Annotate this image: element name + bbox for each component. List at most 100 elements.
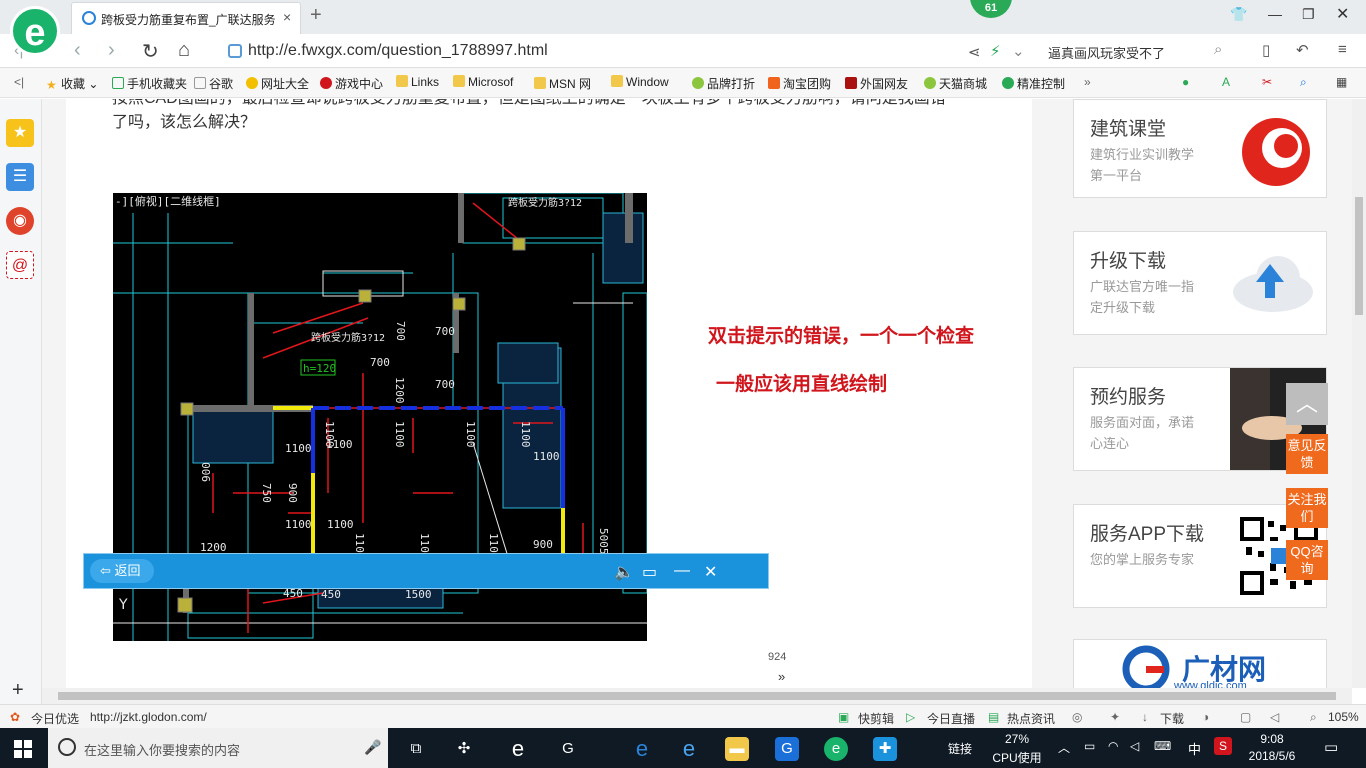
bookmarks-collapse-icon[interactable]: <| — [14, 75, 24, 89]
glodon-g-icon[interactable]: G — [775, 737, 799, 761]
weibo-icon[interactable]: ◉ — [6, 207, 34, 235]
yen-icon[interactable]: ● — [1182, 75, 1189, 89]
menu-icon[interactable]: ≡ — [1338, 41, 1347, 58]
fan-app-icon[interactable]: ✣ — [452, 737, 476, 761]
vertical-scrollbar[interactable] — [1352, 99, 1366, 688]
bookmark-item[interactable]: Microsof — [453, 75, 513, 89]
keyboard-icon[interactable]: ⌨ — [1154, 739, 1171, 753]
tray-up-icon[interactable]: ︿ — [1058, 739, 1070, 756]
bookmark-item[interactable]: Window — [611, 75, 669, 89]
close-window-icon[interactable]: ✕ — [1336, 4, 1349, 24]
teamviewer-icon[interactable]: ✚ — [873, 737, 897, 761]
tab-close-icon[interactable]: × — [283, 9, 291, 25]
card-guangcai[interactable]: 广材网 www.gldjc.com — [1073, 639, 1327, 688]
bookmark-item[interactable]: 精准控制 — [1002, 75, 1065, 92]
ie-icon[interactable]: e — [506, 737, 530, 761]
url-field[interactable]: http://e.fwxgx.com/question_1788997.html… — [222, 39, 1232, 63]
player-minimize-icon[interactable]: — — [674, 562, 690, 580]
player-back-button[interactable]: ⇦ 返回 — [90, 559, 154, 583]
browser-logo[interactable]: e — [10, 6, 60, 56]
follow-us-button[interactable]: 关注我们 — [1286, 488, 1328, 528]
battery-icon[interactable]: ▭ — [1084, 739, 1095, 753]
back-icon[interactable]: ‹ — [74, 39, 81, 62]
windows-start-icon[interactable] — [14, 740, 32, 758]
taskbar-search-box[interactable]: 在这里输入你要搜索的内容 🎤 — [48, 728, 388, 768]
bookmark-item[interactable]: 谷歌 — [194, 75, 233, 92]
bookmark-item[interactable]: Links — [396, 75, 439, 89]
forward-icon[interactable]: › — [108, 39, 115, 62]
news-button[interactable]: 热点资讯 — [1007, 710, 1055, 727]
share-icon[interactable]: ⋖ — [968, 43, 981, 61]
bookmark-item[interactable]: 游戏中心 — [320, 75, 383, 92]
new-tab-button[interactable]: + — [310, 4, 322, 27]
restore-icon[interactable]: ❐ — [1302, 6, 1315, 23]
search-icon[interactable]: ⌕ — [1214, 41, 1222, 58]
microphone-icon[interactable]: 🎤 — [364, 739, 381, 756]
undo-icon[interactable]: ↶ — [1296, 41, 1309, 59]
links-toolbar-label[interactable]: 链接 — [948, 740, 972, 757]
card-building-class[interactable]: 建筑课堂 建筑行业实训教学第一平台 — [1073, 99, 1327, 198]
player-more-icon[interactable]: » — [778, 669, 785, 684]
horizontal-scrollbar[interactable] — [42, 688, 1352, 704]
task-view-icon[interactable]: ⧉ — [404, 737, 428, 761]
reload-icon[interactable]: ↻ — [142, 39, 159, 64]
scrollbar-thumb[interactable] — [58, 692, 1336, 700]
volume-icon[interactable]: ◁ — [1130, 739, 1139, 753]
reading-list-icon[interactable]: ☰ — [6, 163, 34, 191]
url-text[interactable]: http://e.fwxgx.com/question_1788997.html — [248, 42, 548, 60]
search-icon[interactable]: ⌕ — [1300, 75, 1307, 90]
volume-icon[interactable]: 🔈 — [614, 562, 634, 582]
translate-icon[interactable]: A — [1222, 75, 1230, 89]
feedback-button[interactable]: 意见反馈 — [1286, 434, 1328, 474]
window-icon[interactable]: ▢ — [1240, 710, 1251, 724]
mail-icon[interactable]: @ — [6, 251, 34, 279]
edge-icon[interactable]: e — [630, 737, 654, 761]
favorites-icon[interactable]: ★ — [6, 119, 34, 147]
bookmark-item[interactable]: ★ 收藏 ⌄ — [46, 75, 98, 92]
status-left-label[interactable]: 今日优选 — [31, 710, 79, 727]
bookmark-item[interactable]: 外国网友 — [845, 75, 908, 92]
search-suggestion[interactable]: 逼真画风玩家受不了 — [1048, 43, 1165, 62]
live-button[interactable]: 今日直播 — [927, 710, 975, 727]
kuaijianji-button[interactable]: 快剪辑 — [858, 710, 894, 727]
bookmark-item[interactable]: 网址大全 — [246, 75, 309, 92]
grid-icon[interactable]: ▦ — [1336, 75, 1347, 89]
bookmark-item[interactable]: 淘宝团购 — [768, 75, 831, 92]
bookmarks-more-icon[interactable]: » — [1084, 75, 1091, 89]
glodon-app-icon[interactable]: G — [556, 737, 580, 761]
bookmark-item[interactable]: 手机收藏夹 — [112, 75, 187, 92]
chevron-down-icon[interactable]: ⌄ — [1012, 42, 1025, 60]
notification-icon[interactable]: ▭ — [1324, 738, 1338, 756]
file-explorer-icon[interactable]: ▬ — [725, 737, 749, 761]
add-sidebar-icon[interactable]: + — [12, 679, 24, 702]
scrollbar-thumb[interactable] — [1355, 197, 1363, 315]
qq-consult-button[interactable]: QQ咨询 — [1286, 540, 1328, 580]
clock-time[interactable]: 9:08 — [1240, 732, 1304, 746]
home-icon[interactable]: ⌂ — [178, 39, 190, 62]
phone-icon[interactable]: ▯ — [1262, 41, 1270, 59]
tab-active[interactable]: 跨板受力筋重复布置_广联达服务 × — [71, 2, 301, 34]
notification-badge[interactable]: 61 — [970, 0, 1012, 18]
player-close-icon[interactable]: ✕ — [704, 562, 717, 582]
pin-icon[interactable]: ✦ — [1110, 710, 1120, 724]
bookmark-item[interactable]: 品牌打折 — [692, 75, 755, 92]
ime-indicator[interactable]: 中 — [1188, 739, 1201, 758]
lightning-icon[interactable]: ⚡ — [990, 42, 1001, 60]
360-browser-icon[interactable]: e — [824, 737, 848, 761]
shirt-icon[interactable]: 👕 — [1230, 6, 1247, 23]
history-icon[interactable]: ◑ — [1202, 710, 1209, 724]
sogou-icon[interactable]: S — [1214, 737, 1232, 755]
minimize-icon[interactable]: — — [1268, 6, 1282, 22]
caption-icon[interactable]: ▭ — [642, 562, 657, 582]
zoom-level[interactable]: 105% — [1328, 710, 1359, 724]
scissors-icon[interactable]: ✂ — [1262, 75, 1272, 89]
card-upgrade-download[interactable]: 升级下载 广联达官方唯一指定升级下载 — [1073, 231, 1327, 335]
speed-icon[interactable]: ◎ — [1072, 710, 1082, 724]
wifi-icon[interactable]: ◠ — [1108, 739, 1118, 753]
download-button[interactable]: 下载 — [1160, 710, 1184, 727]
bookmark-item[interactable]: 天猫商城 — [924, 75, 987, 92]
sound-icon[interactable]: ◁ — [1270, 710, 1279, 724]
back-to-top-button[interactable]: ︿ — [1286, 383, 1328, 425]
bookmark-item[interactable]: MSN 网 — [534, 75, 591, 92]
clock-date[interactable]: 2018/5/6 — [1240, 749, 1304, 763]
